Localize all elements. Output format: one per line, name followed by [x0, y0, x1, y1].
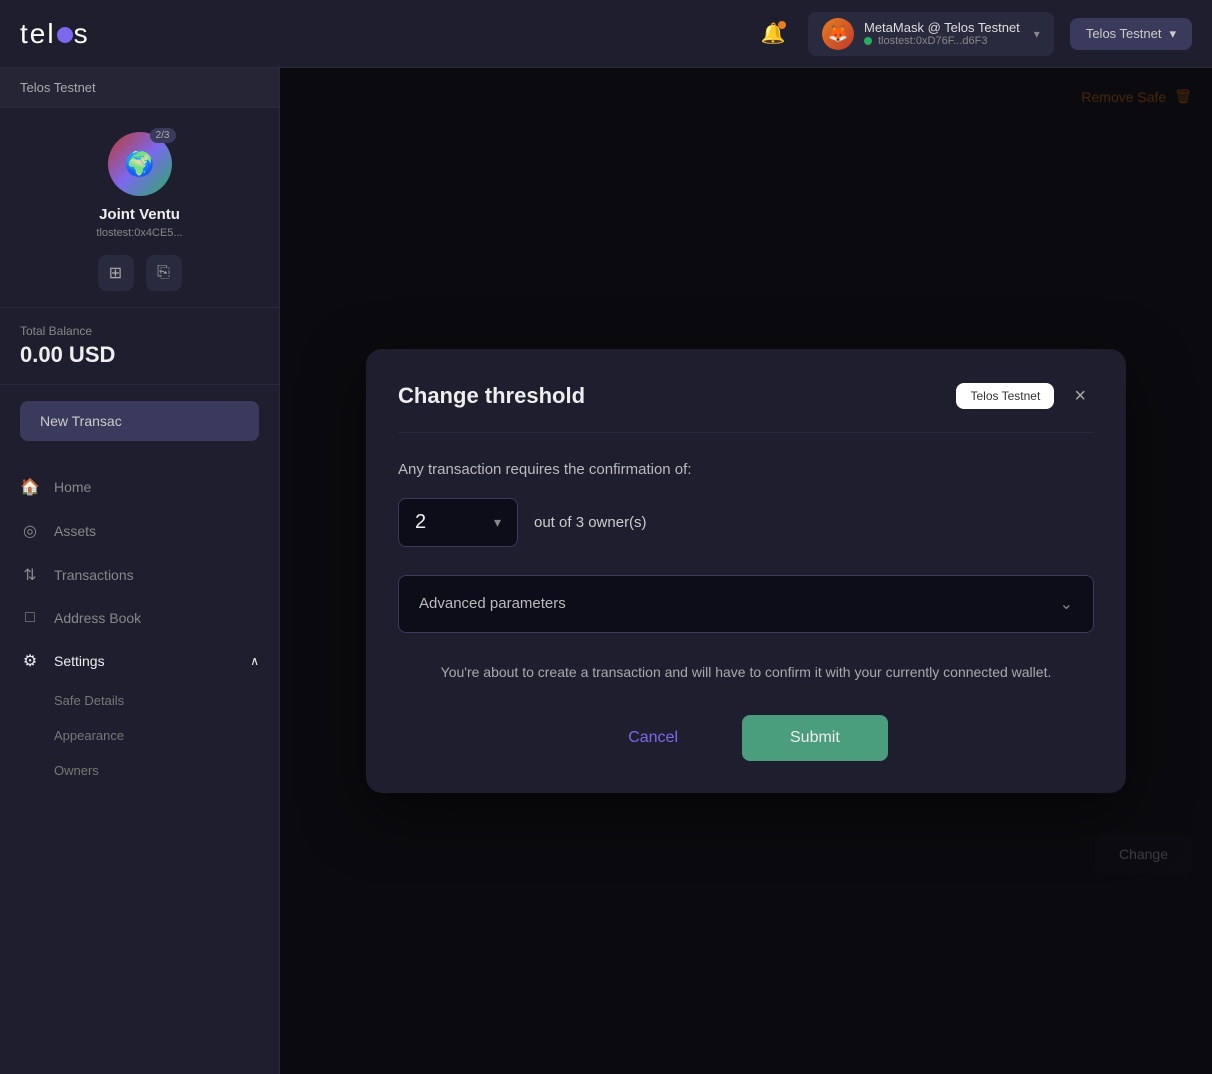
safe-name: Joint Ventu: [99, 206, 180, 223]
sidebar-item-label-assets: Assets: [54, 523, 96, 539]
assets-icon: ◎: [20, 521, 40, 541]
sidebar-item-appearance[interactable]: Appearance: [0, 718, 279, 753]
sidebar-item-address-book[interactable]: □ Address Book: [0, 597, 279, 639]
modal-actions: Cancel Submit: [398, 715, 1094, 761]
modal-title: Change threshold: [398, 383, 585, 409]
submit-button[interactable]: Submit: [742, 715, 888, 761]
balance-label: Total Balance: [20, 324, 259, 338]
wallet-name: MetaMask @ Telos Testnet: [864, 20, 1020, 35]
sidebar-item-label-address-book: Address Book: [54, 610, 141, 626]
sidebar-item-assets[interactable]: ◎ Assets: [0, 509, 279, 553]
threshold-select[interactable]: 2 ▾: [398, 498, 518, 547]
safe-grid-button[interactable]: ⊞: [98, 255, 134, 291]
sidebar-item-label-transactions: Transactions: [54, 567, 134, 583]
confirmation-text: Any transaction requires the confirmatio…: [398, 461, 1094, 478]
cancel-button[interactable]: Cancel: [604, 717, 702, 759]
notification-badge: [778, 21, 786, 29]
sidebar-item-home[interactable]: 🏠 Home: [0, 465, 279, 509]
main-content: Remove Safe 🗑 Change Change threshold Te…: [280, 68, 1212, 1074]
layout: Telos Testnet 🌍 2/3 Joint Ventu tlostest…: [0, 68, 1212, 1074]
advanced-parameters-toggle[interactable]: Advanced parameters ⌄: [398, 575, 1094, 633]
settings-subitems: Safe Details Appearance Owners: [0, 683, 279, 788]
threshold-row: 2 ▾ out of 3 owner(s): [398, 498, 1094, 547]
wallet-avatar: 🦊: [822, 18, 854, 50]
notification-bell[interactable]: 🔔: [754, 15, 792, 53]
sidebar-item-label-home: Home: [54, 479, 91, 495]
balance-amount: 0.00 USD: [20, 342, 259, 368]
safe-actions: ⊞ ⎘: [98, 255, 182, 291]
wallet-address: tlostest:0xD76F...d6F3: [878, 35, 987, 47]
wallet-status-dot: [864, 37, 872, 45]
settings-chevron-icon: ∧: [250, 654, 259, 668]
sidebar-item-safe-details[interactable]: Safe Details: [0, 683, 279, 718]
sidebar: Telos Testnet 🌍 2/3 Joint Ventu tlostest…: [0, 68, 280, 1074]
settings-icon: ⚙: [20, 651, 40, 671]
logo: tels: [20, 18, 90, 50]
advanced-params-chevron-icon: ⌄: [1060, 594, 1073, 614]
sidebar-tab: Telos Testnet: [0, 68, 279, 108]
threshold-label: out of 3 owner(s): [534, 514, 647, 531]
confirm-description: You're about to create a transaction and…: [398, 661, 1094, 683]
safe-address: tlostest:0x4CE5...: [96, 227, 182, 239]
modal-header-right: Telos Testnet ×: [956, 381, 1094, 412]
modal-close-button[interactable]: ×: [1066, 381, 1094, 412]
modal-header: Change threshold Telos Testnet ×: [398, 381, 1094, 433]
sidebar-item-owners[interactable]: Owners: [0, 753, 279, 788]
balance-section: Total Balance 0.00 USD: [0, 308, 279, 385]
wallet-info: MetaMask @ Telos Testnet tlostest:0xD76F…: [864, 20, 1020, 47]
threshold-value: 2: [415, 511, 426, 534]
logo-text: tels: [20, 18, 90, 50]
sidebar-item-settings[interactable]: ⚙ Settings ∧: [0, 639, 279, 683]
home-icon: 🏠: [20, 477, 40, 497]
network-button[interactable]: Telos Testnet ▾: [1070, 18, 1192, 50]
modal-network-badge: Telos Testnet: [956, 383, 1054, 409]
sidebar-item-transactions[interactable]: ⇅ Transactions: [0, 553, 279, 597]
modal-overlay: Change threshold Telos Testnet × Any tra…: [280, 68, 1212, 1074]
advanced-params-label: Advanced parameters: [419, 595, 566, 612]
network-label: Telos Testnet: [1086, 26, 1162, 41]
wallet-chevron-icon: ▾: [1034, 27, 1040, 41]
safe-info: 🌍 2/3 Joint Ventu tlostest:0x4CE5... ⊞ ⎘: [0, 108, 279, 308]
nav-items: 🏠 Home ◎ Assets ⇅ Transactions □ Address…: [0, 457, 279, 1074]
safe-copy-button[interactable]: ⎘: [146, 255, 182, 291]
wallet-selector[interactable]: 🦊 MetaMask @ Telos Testnet tlostest:0xD7…: [808, 12, 1054, 56]
change-threshold-modal: Change threshold Telos Testnet × Any tra…: [366, 349, 1126, 793]
new-transaction-button[interactable]: New Transac: [20, 401, 259, 441]
sidebar-item-label-settings: Settings: [54, 653, 105, 669]
header: tels 🔔 🦊 MetaMask @ Telos Testnet tloste…: [0, 0, 1212, 68]
safe-threshold-badge: 2/3: [150, 128, 176, 143]
safe-avatar: 🌍 2/3: [108, 132, 172, 196]
address-book-icon: □: [20, 609, 40, 627]
logo-dot: [57, 27, 73, 43]
transactions-icon: ⇅: [20, 565, 40, 585]
network-chevron-icon: ▾: [1169, 26, 1176, 42]
threshold-dropdown-icon: ▾: [494, 514, 501, 531]
